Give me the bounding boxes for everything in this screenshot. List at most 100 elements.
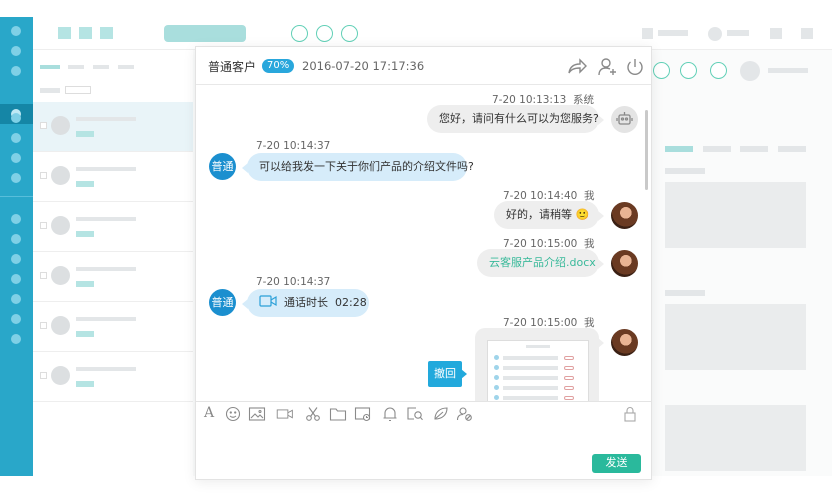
ghost-circle xyxy=(316,25,333,42)
match-percent-badge: 70% xyxy=(262,59,295,73)
message-meta: 7-20 10:14:37 xyxy=(256,276,331,288)
message-area: 7-20 10:13:13 系统 您好，请问有什么可以为您服务? 7-20 10… xyxy=(196,85,651,401)
folder-icon[interactable] xyxy=(329,406,347,422)
ghost-tab xyxy=(93,65,109,69)
nav-dot[interactable] xyxy=(11,254,21,264)
nav-dot[interactable] xyxy=(11,113,21,123)
list-item[interactable] xyxy=(33,352,193,402)
notify-icon[interactable] xyxy=(381,406,399,422)
video-icon[interactable] xyxy=(276,406,298,422)
list-item[interactable] xyxy=(33,202,193,252)
lock-icon[interactable] xyxy=(621,406,639,422)
ghost-text xyxy=(40,88,60,93)
screen-record-icon[interactable] xyxy=(354,406,372,422)
agent-avatar[interactable] xyxy=(611,250,638,277)
nav-dot[interactable] xyxy=(11,234,21,244)
message-input[interactable] xyxy=(204,429,584,473)
agent-avatar[interactable] xyxy=(611,329,638,356)
ghost-text xyxy=(768,68,808,73)
ghost-tab xyxy=(665,146,693,152)
background-right-panel xyxy=(652,50,832,476)
customer-type: 普通客户 xyxy=(208,60,257,74)
image-message-bubble[interactable] xyxy=(475,328,604,401)
ghost-avatar xyxy=(708,27,722,41)
user-settings-icon[interactable] xyxy=(456,406,474,422)
input-toolbar: A xyxy=(196,401,651,425)
ghost-select xyxy=(65,86,91,94)
message-scrollbar[interactable] xyxy=(645,110,648,190)
ghost-search xyxy=(164,25,246,42)
ghost-tab xyxy=(79,27,92,39)
nav-divider xyxy=(0,196,33,197)
ghost-icon xyxy=(801,28,813,39)
customer-avatar[interactable]: 普通 xyxy=(209,153,236,180)
agent-avatar[interactable] xyxy=(611,202,638,229)
background-list xyxy=(33,50,193,476)
ghost-card xyxy=(665,405,806,471)
add-user-icon[interactable] xyxy=(596,56,618,78)
message-meta: 7-20 10:14:37 xyxy=(256,140,331,152)
search-doc-icon[interactable] xyxy=(406,406,424,422)
message-bubble: 可以给我发一下关于你们产品的介绍文件吗? xyxy=(242,153,474,181)
ghost-circle xyxy=(680,62,697,79)
list-item[interactable] xyxy=(33,252,193,302)
nav-dot[interactable] xyxy=(11,314,21,324)
ghost-circle xyxy=(341,25,358,42)
file-link[interactable]: 云客服产品介绍.docx xyxy=(489,256,596,269)
message-bubble: 好的，请稍等 🙂 xyxy=(494,201,604,229)
ghost-avatar xyxy=(740,61,760,81)
video-call-icon xyxy=(259,295,277,307)
share-icon[interactable] xyxy=(566,56,588,78)
font-icon[interactable]: A xyxy=(204,405,214,421)
chat-header: 普通客户 70% 2016-07-20 17:17:36 xyxy=(196,47,651,85)
ghost-tab xyxy=(703,146,731,152)
file-message-bubble[interactable]: 云客服产品介绍.docx xyxy=(477,249,604,277)
ghost-text xyxy=(658,30,688,36)
ghost-tab xyxy=(100,27,113,39)
nav-dot[interactable] xyxy=(11,334,21,344)
ghost-card xyxy=(665,182,806,248)
nav-dot[interactable] xyxy=(11,26,21,36)
nav-dot[interactable] xyxy=(11,294,21,304)
ghost-tab xyxy=(118,65,134,69)
smile-emoji-icon: 🙂 xyxy=(575,208,590,221)
message-bubble: 您好，请问有什么可以为您服务? xyxy=(427,105,604,133)
nav-dot[interactable] xyxy=(11,173,21,183)
robot-icon xyxy=(611,106,638,133)
nav-dot[interactable] xyxy=(11,66,21,76)
ghost-icon xyxy=(770,28,782,39)
image-icon[interactable] xyxy=(248,406,266,422)
left-nav-rail xyxy=(0,17,33,476)
power-icon[interactable] xyxy=(624,56,646,78)
screenshot-thumbnail[interactable] xyxy=(487,340,589,401)
nav-dot[interactable] xyxy=(11,214,21,224)
leaf-icon[interactable] xyxy=(432,406,450,422)
nav-dot[interactable] xyxy=(11,153,21,163)
ghost-card xyxy=(665,304,806,370)
ghost-tab xyxy=(40,65,60,69)
recall-button[interactable]: 撤回 xyxy=(428,361,467,387)
nav-dot[interactable] xyxy=(11,274,21,284)
header-datetime: 2016-07-20 17:17:36 xyxy=(302,59,425,73)
ghost-circle xyxy=(710,62,727,79)
scissors-icon[interactable] xyxy=(304,406,322,422)
ghost-tab xyxy=(740,146,768,152)
call-message-bubble: 通话时长 02:28 xyxy=(242,289,369,317)
list-item[interactable] xyxy=(33,152,193,202)
send-button[interactable]: 发送 xyxy=(592,454,641,473)
ghost-text xyxy=(665,168,705,174)
nav-dot[interactable] xyxy=(11,46,21,56)
ghost-circle xyxy=(291,25,308,42)
customer-avatar[interactable]: 普通 xyxy=(209,289,236,316)
ghost-tab xyxy=(778,146,806,152)
list-item[interactable] xyxy=(33,302,193,352)
chat-dialog: 普通客户 70% 2016-07-20 17:17:36 7-20 10:13:… xyxy=(195,46,652,480)
nav-dot[interactable] xyxy=(11,133,21,143)
ghost-tab xyxy=(68,65,84,69)
ghost-text xyxy=(665,290,705,296)
emoji-icon[interactable] xyxy=(224,406,242,422)
list-item[interactable] xyxy=(33,102,193,152)
ghost-text xyxy=(727,30,749,36)
ghost-circle xyxy=(653,62,670,79)
ghost-icon xyxy=(642,28,653,39)
